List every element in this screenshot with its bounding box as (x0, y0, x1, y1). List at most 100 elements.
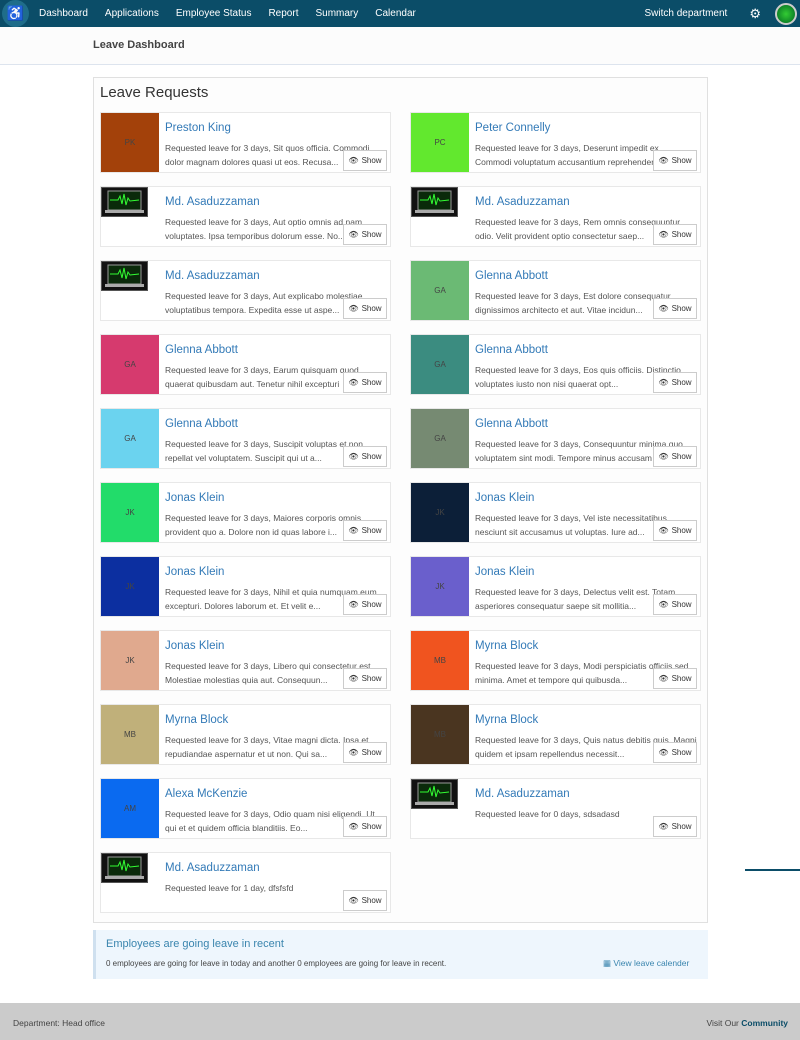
employee-name-link[interactable]: Jonas Klein (165, 492, 224, 504)
show-label: Show (671, 822, 692, 831)
show-label: Show (361, 600, 382, 609)
nav-report[interactable]: Report (268, 8, 298, 19)
show-label: Show (671, 304, 692, 313)
employee-name-link[interactable]: Glenna Abbott (165, 344, 238, 356)
show-button[interactable]: 👁 Show (343, 594, 387, 615)
employee-name-link[interactable]: Preston King (165, 122, 231, 134)
show-button[interactable]: 👁 Show (653, 150, 697, 171)
show-button[interactable]: 👁 Show (343, 520, 387, 541)
eye-icon: 👁 (348, 452, 359, 461)
employee-name-link[interactable]: Myrna Block (475, 640, 538, 652)
employee-name-link[interactable]: Myrna Block (475, 714, 538, 726)
nav-dashboard[interactable]: Dashboard (39, 8, 88, 19)
page-header: Leave Dashboard (0, 27, 800, 65)
avatar-initials: JK (435, 582, 445, 591)
employee-name-link[interactable]: Alexa McKenzie (165, 788, 247, 800)
eye-icon: 👁 (658, 304, 669, 313)
leave-request-card: Md. Asaduzzaman Requested leave for 3 day… (410, 186, 701, 247)
laptop-avatar-icon (101, 853, 148, 883)
view-leave-calendar-link[interactable]: ▦ View leave calender (603, 958, 689, 969)
avatar-initials: JK (125, 656, 135, 665)
eye-icon: 👁 (348, 600, 359, 609)
leave-request-card: GA Glenna Abbott Requested leave for 3 day… (100, 334, 391, 395)
employee-avatar: MB (101, 705, 159, 764)
avatar-initials: GA (434, 286, 446, 295)
eye-icon: 👁 (348, 156, 359, 165)
employee-avatar: GA (411, 335, 469, 394)
employee-avatar: JK (101, 631, 159, 690)
show-button[interactable]: 👁 Show (653, 816, 697, 837)
employee-name-link[interactable]: Peter Connelly (475, 122, 550, 134)
show-button[interactable]: 👁 Show (653, 742, 697, 763)
footer-visit-text: Visit Our (706, 1018, 739, 1028)
employee-name-link[interactable]: Jonas Klein (165, 640, 224, 652)
show-button[interactable]: 👁 Show (653, 594, 697, 615)
nav-employee-status[interactable]: Employee Status (176, 8, 252, 19)
eye-icon: 👁 (348, 230, 359, 239)
employee-name-link[interactable]: Md. Asaduzzaman (165, 196, 260, 208)
leave-request-card: JK Jonas Klein Requested leave for 3 days,… (100, 556, 391, 617)
panel-title: Leave Requests (100, 84, 209, 101)
app-logo-icon[interactable]: ♿ (2, 0, 29, 27)
show-label: Show (671, 230, 692, 239)
recent-leave-info: Employees are going leave in recent 0 em… (93, 930, 708, 979)
nav-summary[interactable]: Summary (315, 8, 358, 19)
switch-department-link[interactable]: Switch department (645, 8, 728, 19)
show-button[interactable]: 👁 Show (653, 298, 697, 319)
show-button[interactable]: 👁 Show (343, 446, 387, 467)
show-label: Show (671, 378, 692, 387)
nav-applications[interactable]: Applications (105, 8, 159, 19)
show-label: Show (361, 452, 382, 461)
show-button[interactable]: 👁 Show (653, 668, 697, 689)
eye-icon: 👁 (658, 822, 669, 831)
community-link[interactable]: Community (741, 1018, 788, 1028)
employee-name-link[interactable]: Glenna Abbott (165, 418, 238, 430)
leave-request-card: JK Jonas Klein Requested leave for 3 days,… (100, 482, 391, 543)
laptop-avatar-icon (101, 187, 148, 217)
employee-avatar: MB (411, 631, 469, 690)
nav-calendar[interactable]: Calendar (375, 8, 416, 19)
employee-name-link[interactable]: Glenna Abbott (475, 344, 548, 356)
show-button[interactable]: 👁 Show (343, 816, 387, 837)
show-button[interactable]: 👁 Show (343, 742, 387, 763)
leave-request-card: JK Jonas Klein Requested leave for 3 days,… (410, 482, 701, 543)
employee-avatar: JK (101, 557, 159, 616)
show-button[interactable]: 👁 Show (343, 224, 387, 245)
gear-icon[interactable]: ⚙ (749, 6, 761, 22)
employee-name-link[interactable]: Myrna Block (165, 714, 228, 726)
eye-icon: 👁 (348, 526, 359, 535)
employee-name-link[interactable]: Jonas Klein (165, 566, 224, 578)
employee-name-link[interactable]: Jonas Klein (475, 566, 534, 578)
eye-icon: 👁 (658, 452, 669, 461)
show-button[interactable]: 👁 Show (343, 298, 387, 319)
show-button[interactable]: 👁 Show (653, 446, 697, 467)
show-button[interactable]: 👁 Show (653, 520, 697, 541)
divider (745, 869, 800, 871)
avatar-initials: MB (434, 730, 446, 739)
avatar-initials: PK (124, 138, 136, 147)
show-button[interactable]: 👁 Show (343, 890, 387, 911)
employee-name-link[interactable]: Md. Asaduzzaman (475, 196, 570, 208)
user-avatar[interactable] (775, 2, 797, 25)
show-button[interactable]: 👁 Show (343, 372, 387, 393)
leave-request-card: GA Glenna Abbott Requested leave for 3 day… (100, 408, 391, 469)
show-button[interactable]: 👁 Show (653, 372, 697, 393)
employee-name-link[interactable]: Glenna Abbott (475, 418, 548, 430)
leave-request-card: MB Myrna Block Requested leave for 3 days,… (410, 630, 701, 691)
show-button[interactable]: 👁 Show (343, 668, 387, 689)
employee-name-link[interactable]: Md. Asaduzzaman (165, 862, 260, 874)
eye-icon: 👁 (658, 600, 669, 609)
employee-name-link[interactable]: Jonas Klein (475, 492, 534, 504)
eye-icon: 👁 (348, 748, 359, 757)
show-label: Show (361, 896, 382, 905)
employee-avatar: GA (101, 409, 159, 468)
footer-department: Department: Head office (13, 1018, 105, 1028)
show-button[interactable]: 👁 Show (653, 224, 697, 245)
employee-avatar: JK (411, 483, 469, 542)
employee-name-link[interactable]: Glenna Abbott (475, 270, 548, 282)
avatar-initials: GA (434, 434, 446, 443)
employee-name-link[interactable]: Md. Asaduzzaman (475, 788, 570, 800)
show-button[interactable]: 👁 Show (343, 150, 387, 171)
footer-visit: Visit Our Community (706, 1018, 788, 1028)
employee-name-link[interactable]: Md. Asaduzzaman (165, 270, 260, 282)
